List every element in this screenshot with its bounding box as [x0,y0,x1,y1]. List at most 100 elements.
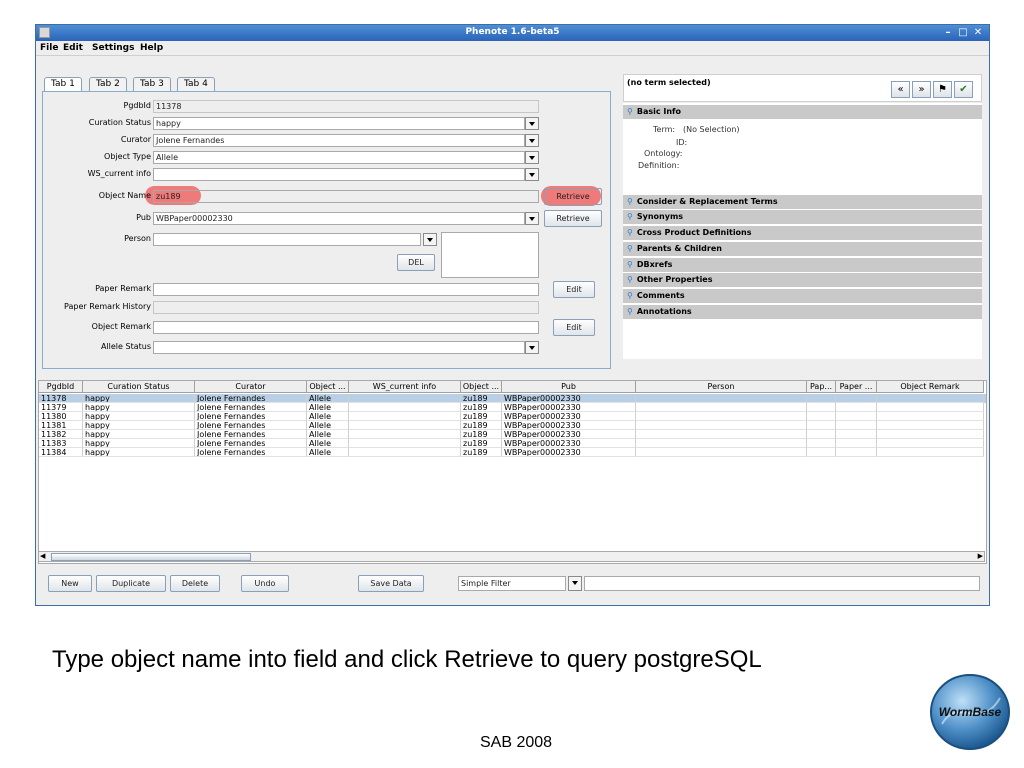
table-cell[interactable] [807,412,836,421]
undo-button[interactable]: Undo [241,575,289,592]
minimize-icon[interactable]: – [942,27,954,39]
object-name-field[interactable]: zu189 [153,190,539,203]
table-cell[interactable]: Allele [307,403,349,412]
tab-4[interactable]: Tab 4 [177,77,215,91]
table-cell[interactable] [349,430,461,439]
table-cell[interactable]: WBPaper00002330 [502,439,636,448]
scroll-left-icon[interactable]: ◀ [40,552,45,560]
table-cell[interactable]: happy [83,394,195,403]
table-cell[interactable]: 11381 [39,421,83,430]
person-del-button[interactable]: DEL [397,254,435,271]
table-cell[interactable]: zu189 [461,394,502,403]
object-type-dropdown-icon[interactable] [525,151,539,164]
table-cell[interactable] [349,412,461,421]
tab-2[interactable]: Tab 2 [89,77,127,91]
section-other-properties[interactable]: ⚲ Other Properties [623,273,982,287]
column-header[interactable]: PgdbId [39,381,83,393]
table-row[interactable]: 11383 happy Jolene Fernandes Allele zu189 WBP… [39,439,986,448]
table-cell[interactable] [807,439,836,448]
table-cell[interactable]: happy [83,412,195,421]
object-type-field[interactable]: Allele [153,151,525,164]
table-cell[interactable]: zu189 [461,421,502,430]
section-parents-children[interactable]: ⚲ Parents & Children [623,242,982,256]
table-cell[interactable] [877,421,984,430]
table-cell[interactable] [807,421,836,430]
table-cell[interactable]: zu189 [461,439,502,448]
table-cell[interactable]: zu189 [461,403,502,412]
allele-status-field[interactable] [153,341,525,354]
table-cell[interactable] [636,439,807,448]
pub-field[interactable]: WBPaper00002330 [153,212,525,225]
table-cell[interactable]: Jolene Fernandes [195,394,307,403]
menu-help[interactable]: Help [140,43,163,53]
table-cell[interactable] [877,412,984,421]
table-cell[interactable]: Jolene Fernandes [195,412,307,421]
curator-field[interactable]: Jolene Fernandes [153,134,525,147]
table-cell[interactable]: zu189 [461,430,502,439]
table-cell[interactable] [349,394,461,403]
back-icon[interactable]: « [891,81,910,98]
flag-icon[interactable]: ⚑ [933,81,952,98]
table-cell[interactable]: happy [83,448,195,457]
ws-current-info-dropdown-icon[interactable] [525,168,539,181]
table-cell[interactable]: WBPaper00002330 [502,448,636,457]
table-cell[interactable] [807,394,836,403]
table-cell[interactable] [836,421,877,430]
table-cell[interactable] [636,394,807,403]
ws-current-info-field[interactable] [153,168,525,181]
section-comments[interactable]: ⚲ Comments [623,289,982,303]
table-cell[interactable]: Allele [307,439,349,448]
scroll-thumb[interactable] [51,553,251,561]
table-cell[interactable]: happy [83,439,195,448]
table-cell[interactable]: Allele [307,421,349,430]
table-cell[interactable]: happy [83,430,195,439]
object-remark-field[interactable] [153,321,539,334]
tab-3[interactable]: Tab 3 [133,77,171,91]
person-list[interactable] [441,232,539,278]
person-field[interactable] [153,233,421,246]
menu-edit[interactable]: Edit [63,43,83,53]
table-cell[interactable]: WBPaper00002330 [502,403,636,412]
column-header[interactable]: Pap... [807,381,836,393]
object-name-retrieve-button[interactable]: Retrieve [544,188,602,205]
table-cell[interactable] [807,430,836,439]
section-consider-replacement[interactable]: ⚲ Consider & Replacement Terms [623,195,982,209]
column-header[interactable]: Curator [195,381,307,393]
table-cell[interactable] [807,448,836,457]
table-cell[interactable] [636,421,807,430]
table-cell[interactable]: WBPaper00002330 [502,394,636,403]
table-cell[interactable] [636,448,807,457]
table-cell[interactable] [836,394,877,403]
table-cell[interactable] [836,448,877,457]
table-cell[interactable] [836,439,877,448]
column-header[interactable]: Person [636,381,807,393]
table-cell[interactable]: 11383 [39,439,83,448]
table-cell[interactable] [836,412,877,421]
column-header[interactable]: Object Remark [877,381,984,393]
curation-status-dropdown-icon[interactable] [525,117,539,130]
table-cell[interactable]: Jolene Fernandes [195,439,307,448]
table-cell[interactable]: 11378 [39,394,83,403]
table-cell[interactable]: Allele [307,448,349,457]
column-header[interactable]: Object ... [307,381,349,393]
table-cell[interactable]: 11382 [39,430,83,439]
table-row[interactable]: 11382 happy Jolene Fernandes Allele zu189 WBP… [39,430,986,439]
table-cell[interactable] [636,403,807,412]
column-header[interactable]: WS_current info [349,381,461,393]
object-remark-edit-button[interactable]: Edit [553,319,595,336]
section-cross-product[interactable]: ⚲ Cross Product Definitions [623,226,982,240]
table-cell[interactable] [636,412,807,421]
new-button[interactable]: New [48,575,92,592]
table-cell[interactable] [836,430,877,439]
table-row[interactable]: 11381 happy Jolene Fernandes Allele zu189 WBP… [39,421,986,430]
table-cell[interactable] [349,421,461,430]
pub-dropdown-icon[interactable] [525,212,539,225]
table-cell[interactable]: WBPaper00002330 [502,412,636,421]
table-cell[interactable]: WBPaper00002330 [502,430,636,439]
table-cell[interactable]: Allele [307,394,349,403]
section-annotations[interactable]: ⚲ Annotations [623,305,982,319]
table-cell[interactable] [877,403,984,412]
column-header[interactable]: Paper ... [836,381,877,393]
paper-remark-field[interactable] [153,283,539,296]
table-row[interactable]: 11380 happy Jolene Fernandes Allele zu189 WBP… [39,412,986,421]
